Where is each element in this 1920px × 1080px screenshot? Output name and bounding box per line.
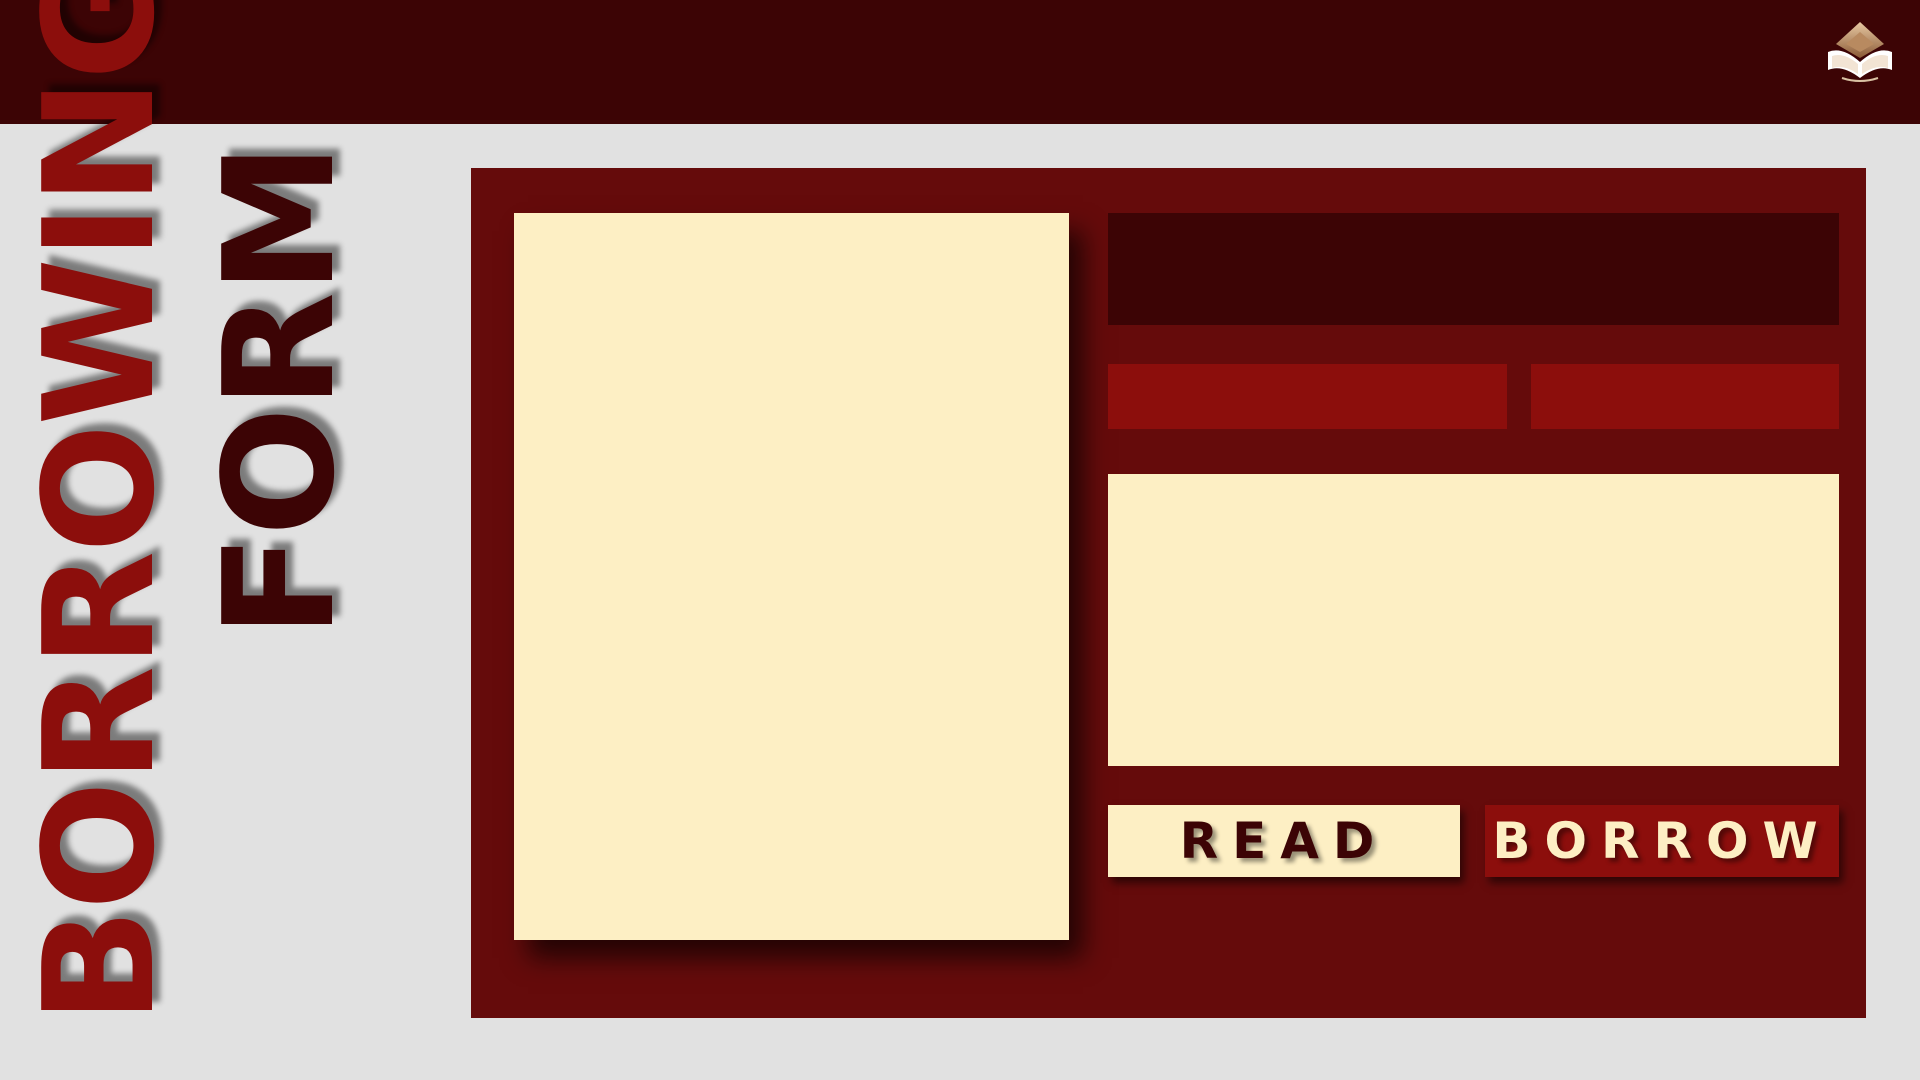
open-book-logo-icon	[1828, 22, 1892, 82]
book-description-field	[1108, 474, 1839, 766]
book-year-field	[1531, 364, 1839, 429]
title-form: FORM	[191, 144, 368, 638]
side-title: BORROWING FORM	[0, 0, 420, 1080]
title-borrowing: BORROWING	[11, 0, 188, 1024]
top-bar	[0, 0, 1920, 124]
book-cover-placeholder	[514, 213, 1069, 940]
book-author-field	[1108, 364, 1507, 429]
read-button[interactable]: READ	[1108, 805, 1460, 877]
borrowing-form-panel: READ BORROW	[471, 168, 1866, 1018]
book-title-field	[1108, 213, 1839, 325]
borrow-button[interactable]: BORROW	[1485, 805, 1839, 877]
